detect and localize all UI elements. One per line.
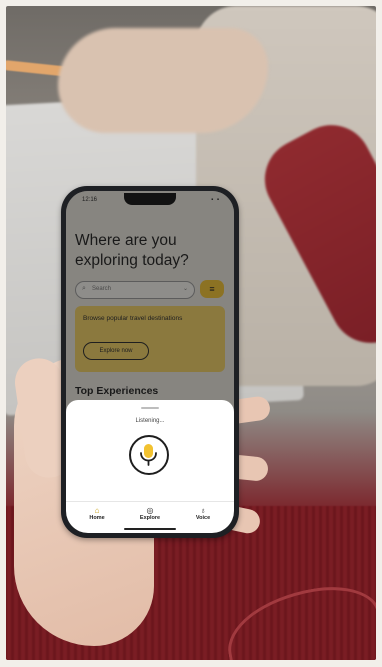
nav-label-explore: Explore <box>139 515 161 521</box>
nav-label-voice: Voice <box>195 515 211 521</box>
phone: 12:16 ▪ ▪ Where are you exploring today?… <box>61 186 239 538</box>
sheet-handle[interactable] <box>141 407 159 409</box>
voice-sheet: Listening... ⌂ Home ◎ Explore ♁ Voice <box>66 400 234 533</box>
nav-label-home: Home <box>89 515 105 521</box>
nav-item-voice[interactable]: ♁ Voice <box>183 506 223 521</box>
compass-icon: ◎ <box>146 506 154 515</box>
microphone-icon <box>140 444 157 466</box>
nav-item-home[interactable]: ⌂ Home <box>77 506 117 521</box>
writing-hand <box>58 28 268 133</box>
photo-background: 12:16 ▪ ▪ Where are you exploring today?… <box>6 6 376 660</box>
bottom-nav: ⌂ Home ◎ Explore ♁ Voice <box>66 501 234 526</box>
microphone-icon: ♁ <box>200 506 206 515</box>
home-indicator <box>124 528 176 530</box>
microphone-button[interactable] <box>129 435 169 475</box>
phone-screen: 12:16 ▪ ▪ Where are you exploring today?… <box>66 191 234 533</box>
listening-status: Listening... <box>135 418 165 424</box>
home-icon: ⌂ <box>94 506 100 515</box>
nav-item-explore[interactable]: ◎ Explore <box>130 506 170 521</box>
